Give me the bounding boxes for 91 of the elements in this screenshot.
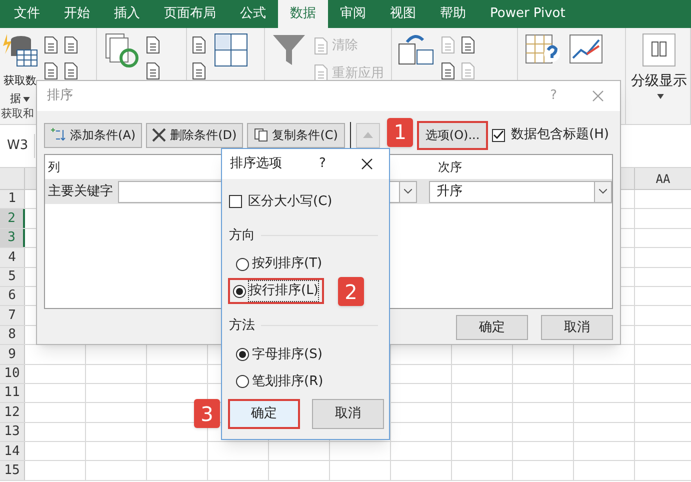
dialog-button[interactable]: 确定 — [228, 399, 300, 429]
row-header[interactable]: 4 — [0, 248, 25, 267]
radio-button[interactable] — [233, 284, 246, 298]
section-title: 方法 — [229, 317, 255, 335]
row-header[interactable]: 10 — [0, 364, 25, 383]
radio-option[interactable]: 笔划排序(R) — [233, 370, 328, 392]
step-badge: 2 — [338, 277, 364, 306]
document-icon — [440, 36, 456, 54]
radio-option[interactable]: 按行排序(L) — [230, 280, 322, 302]
copy-icon — [254, 128, 268, 142]
order-select[interactable]: 升序 — [429, 180, 612, 202]
ribbon-icon-button[interactable] — [191, 62, 207, 80]
radio-option[interactable]: 字母排序(S) — [233, 344, 326, 366]
document-icon — [145, 36, 161, 54]
ribbon-tab[interactable]: 公式 — [228, 0, 278, 28]
radio-label: 字母排序(S) — [252, 346, 322, 364]
row-header[interactable]: 15 — [0, 461, 25, 480]
document-icon — [43, 36, 59, 54]
ribbon-tab[interactable]: Power Pivot — [478, 0, 578, 28]
row-header[interactable]: 6 — [0, 286, 25, 306]
section-title: 方向 — [229, 226, 255, 244]
radio-button[interactable] — [236, 348, 249, 361]
row-header[interactable]: 2 — [0, 209, 25, 228]
dialog-title: 排序 — [47, 87, 73, 106]
row-header[interactable]: 7 — [0, 306, 25, 325]
ribbon-tab[interactable]: 审阅 — [328, 0, 378, 28]
ribbon-icon-button[interactable] — [43, 62, 59, 80]
toolbar-button[interactable]: 复制条件(C) — [247, 122, 345, 148]
toolbar-button[interactable]: 添加条件(A) — [44, 122, 142, 148]
row-header[interactable]: 1 — [0, 190, 25, 208]
close-icon[interactable] — [361, 158, 373, 170]
ribbon-icon-button[interactable] — [63, 62, 79, 80]
check-icon — [493, 130, 504, 140]
toolbar-button[interactable]: 删除条件(D) — [146, 122, 244, 148]
checkbox-label: 数据包含标题(H) — [511, 126, 609, 144]
ribbon-tab[interactable]: 插入 — [102, 0, 152, 28]
row-header[interactable]: 11 — [0, 384, 25, 402]
ribbon-button[interactable]: 分级显示 — [630, 32, 688, 124]
ribbon-icon-button[interactable] — [43, 36, 59, 54]
dialog-button[interactable]: 确定 — [456, 315, 528, 340]
ribbon-tab[interactable]: 视图 — [378, 0, 428, 28]
funnel-icon — [270, 32, 308, 68]
checkbox[interactable] — [229, 195, 242, 208]
ribbon-tab[interactable]: 开始 — [52, 0, 102, 28]
options-button[interactable]: 选项(O)... — [417, 120, 488, 150]
up-arrow-icon — [362, 132, 373, 138]
radio-button[interactable] — [236, 375, 249, 388]
help-button[interactable]: ? — [319, 154, 326, 174]
ribbon-icon-button[interactable] — [460, 36, 476, 54]
ribbon-icon-button[interactable] — [440, 62, 456, 80]
document-icon — [313, 36, 329, 55]
row-label: 主要关键字 — [47, 182, 114, 201]
radio-label: 按列排序(T) — [252, 255, 322, 274]
row-header[interactable]: 9 — [0, 345, 25, 364]
row-header[interactable]: 13 — [0, 422, 25, 442]
ribbon-tab[interactable]: 帮助 — [428, 0, 478, 28]
radio-label: 按行排序(L) — [249, 281, 318, 301]
ribbon-tab[interactable]: 文件 — [2, 0, 52, 28]
ribbon-icon-button[interactable] — [191, 36, 207, 54]
ribbon-icon-button[interactable] — [63, 36, 79, 54]
dialog-title: 排序选项 — [230, 155, 282, 174]
document-icon — [460, 36, 476, 54]
checkbox[interactable] — [492, 128, 506, 142]
group-label: 获取和 — [1, 106, 34, 122]
dialog-button[interactable]: 取消 — [312, 399, 384, 429]
row-header[interactable]: 12 — [0, 403, 25, 422]
document-icon — [191, 36, 207, 54]
ribbon-icon-button[interactable] — [145, 36, 161, 54]
ribbon-icon-button[interactable] — [145, 62, 161, 80]
row-header[interactable]: 14 — [0, 442, 25, 460]
sort-add-icon — [50, 127, 66, 143]
ribbon-tab[interactable]: 数据 — [278, 0, 328, 28]
checkbox-label: 区分大小写(C) — [248, 193, 332, 211]
outline-icon — [640, 32, 678, 68]
row-header[interactable]: 5 — [0, 268, 25, 286]
column-heading: 次序 — [438, 159, 462, 176]
chevron-down-icon — [404, 189, 412, 194]
row-header[interactable]: 3 — [0, 228, 25, 248]
step-badge: 3 — [194, 399, 220, 428]
column-heading: 列 — [48, 159, 60, 176]
row-header[interactable]: 8 — [0, 326, 25, 344]
column-header[interactable]: AA — [635, 168, 691, 189]
dialog-button[interactable]: 取消 — [541, 315, 613, 340]
document-icon — [63, 36, 79, 54]
radio-button[interactable] — [236, 258, 249, 270]
delete-x-icon — [152, 128, 166, 142]
chevron-down-icon — [599, 189, 607, 194]
ribbon-tab[interactable]: 页面布局 — [152, 0, 228, 28]
radio-option[interactable]: 按列排序(T) — [233, 253, 326, 275]
step-badge: 1 — [387, 118, 414, 146]
radio-label: 笔划排序(R) — [252, 372, 324, 391]
